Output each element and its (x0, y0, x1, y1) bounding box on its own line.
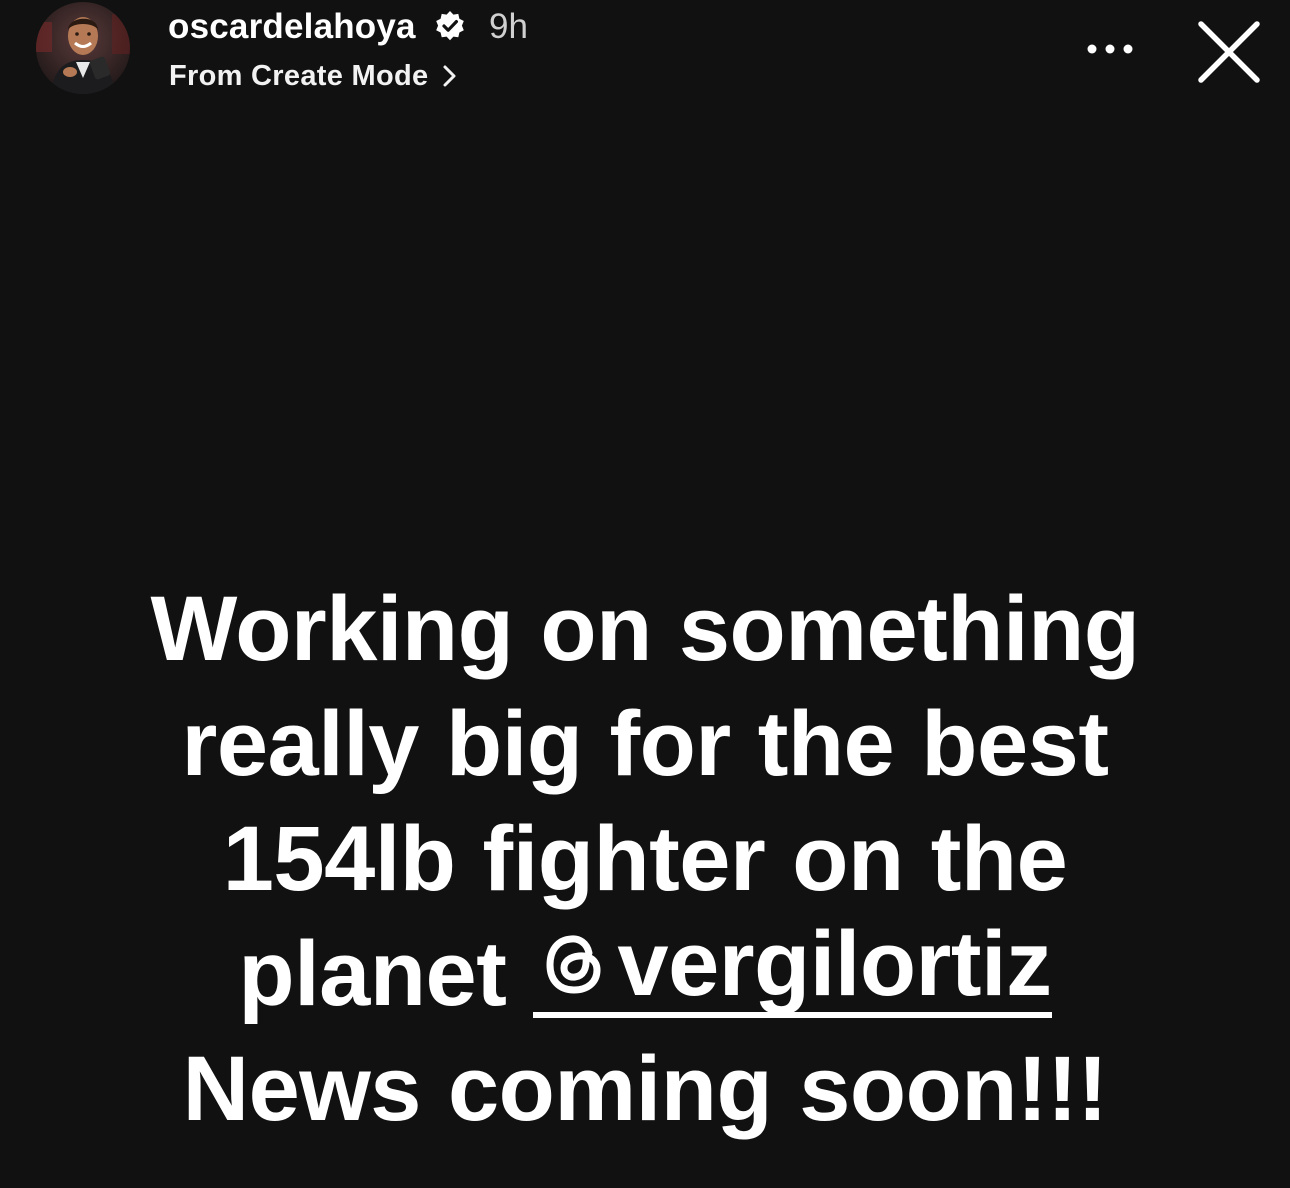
caption-line: News coming soon!!! (182, 1038, 1108, 1140)
caption-line-with-mention: planet vergilortiz (40, 917, 1250, 1032)
timestamp: 9h (489, 7, 528, 46)
chevron-right-icon (443, 65, 456, 87)
caption-line: really big for the best (181, 693, 1109, 795)
threads-icon (546, 935, 601, 994)
mention-handle: vergilortiz (617, 913, 1052, 1015)
avatar[interactable] (36, 2, 130, 94)
caption-text: planet (238, 923, 534, 1025)
verified-badge-icon (436, 11, 464, 41)
username[interactable]: oscardelahoya (168, 6, 416, 48)
story-caption: Working on something really big for the … (40, 572, 1250, 1147)
close-icon[interactable] (1196, 19, 1262, 85)
subtitle-label: From Create Mode (169, 60, 429, 92)
caption-line: Working on something (150, 578, 1140, 680)
more-horizontal-icon[interactable] (1084, 36, 1136, 62)
create-mode-link[interactable]: From Create Mode (169, 56, 458, 96)
story-viewer: oscardelahoya 9h From Create Mode Workin… (0, 0, 1290, 1188)
mention-link[interactable]: vergilortiz (533, 913, 1052, 1018)
avatar-image (36, 2, 130, 94)
caption-line: 154lb fighter on the (222, 808, 1068, 910)
